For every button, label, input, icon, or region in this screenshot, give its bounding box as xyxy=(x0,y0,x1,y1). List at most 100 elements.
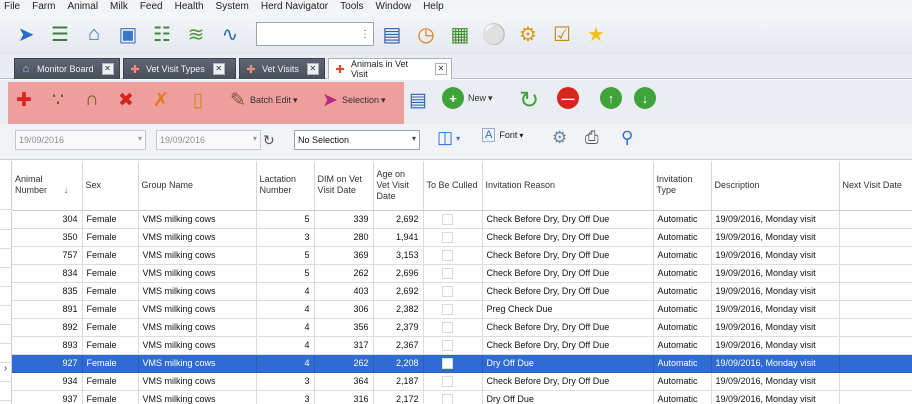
invitation-type-cell[interactable]: Automatic xyxy=(653,354,712,373)
age-cell[interactable]: 2,692 xyxy=(373,282,424,301)
next-visit-date-cell[interactable] xyxy=(839,210,912,229)
next-visit-date-cell[interactable] xyxy=(839,372,912,391)
invitation-type-cell[interactable]: Automatic xyxy=(653,282,712,301)
refresh-filter-icon[interactable]: ↻ xyxy=(263,132,275,149)
description-cell[interactable]: 19/09/2016, Monday visit xyxy=(711,390,840,404)
row-header[interactable] xyxy=(0,306,12,325)
close-icon[interactable]: ✕ xyxy=(101,63,114,75)
invitation-type-cell[interactable]: Automatic xyxy=(653,264,712,283)
selection-dropdown[interactable]: No Selection ▾ xyxy=(294,130,420,150)
next-visit-date-cell[interactable] xyxy=(839,228,912,247)
table-row[interactable]: 934 Female VMS milking cows 3 364 2,187 Check … xyxy=(12,372,912,391)
invitation-reason-cell[interactable]: Preg Check Due xyxy=(482,300,654,319)
lactation-number-cell[interactable]: 4 xyxy=(256,318,315,337)
lactation-number-cell[interactable]: 5 xyxy=(256,264,315,283)
invitation-reason-cell[interactable]: Dry Off Due xyxy=(482,390,654,404)
invitation-reason-cell[interactable]: Check Before Dry, Dry Off Due xyxy=(482,264,654,283)
group-name-cell[interactable]: VMS milking cows xyxy=(138,318,257,337)
table-row[interactable]: 892 Female VMS milking cows 4 356 2,379 Check … xyxy=(12,318,912,337)
row-header[interactable] xyxy=(0,230,12,249)
description-cell[interactable]: 19/09/2016, Monday visit xyxy=(711,354,840,373)
description-cell[interactable]: 19/09/2016, Monday visit xyxy=(711,336,840,355)
dim-cell[interactable]: 280 xyxy=(314,228,374,247)
menu-help[interactable]: Help xyxy=(423,0,444,13)
animal-number-cell[interactable]: 891 xyxy=(12,300,83,319)
lactation-number-cell[interactable]: 4 xyxy=(256,282,315,301)
cancel-visit-button[interactable]: ✗ xyxy=(149,87,173,113)
save-button[interactable]: ◫ ▾ xyxy=(437,128,460,148)
sex-cell[interactable]: Female xyxy=(82,246,139,265)
animal-number-cell[interactable]: 350 xyxy=(12,228,83,247)
animal-number-cell[interactable]: 892 xyxy=(12,318,83,337)
sex-cell[interactable]: Female xyxy=(82,354,139,373)
description-cell[interactable]: 19/09/2016, Monday visit xyxy=(711,282,840,301)
menu-health[interactable]: Health xyxy=(175,0,204,13)
close-icon[interactable]: ✕ xyxy=(212,63,225,75)
group-name-cell[interactable]: VMS milking cows xyxy=(138,300,257,319)
invitation-reason-cell[interactable]: Check Before Dry, Dry Off Due xyxy=(482,210,654,229)
to-be-culled-checkbox[interactable] xyxy=(441,357,453,369)
font-button[interactable]: A Font ▾ xyxy=(482,128,523,142)
examine-button[interactable]: ∵ xyxy=(46,87,70,113)
row-header[interactable] xyxy=(0,344,12,363)
dim-cell[interactable]: 262 xyxy=(314,354,374,373)
print-preview-button[interactable]: ⚲ xyxy=(621,128,633,148)
animal-number-cell[interactable]: 834 xyxy=(12,264,83,283)
to-be-culled-checkbox[interactable] xyxy=(441,267,453,279)
settings-button[interactable]: ⚙ xyxy=(552,128,567,148)
age-cell[interactable]: 2,379 xyxy=(373,318,424,337)
milk-clock-icon[interactable]: ◷ xyxy=(412,20,440,48)
description-cell[interactable]: 19/09/2016, Monday visit xyxy=(711,246,840,265)
group-name-cell[interactable]: VMS milking cows xyxy=(138,336,257,355)
lactation-number-cell[interactable]: 4 xyxy=(256,300,315,319)
lactation-number-cell[interactable]: 5 xyxy=(256,246,315,265)
selection-button[interactable]: ➤ Selection ▾ xyxy=(318,87,386,113)
close-icon[interactable]: ✕ xyxy=(306,63,319,75)
row-header[interactable] xyxy=(0,325,12,344)
group-name-cell[interactable]: VMS milking cows xyxy=(138,354,257,373)
notes-icon[interactable]: ☰ xyxy=(46,20,74,48)
tab-monitor-board[interactable]: ⌂ Monitor Board ✕ xyxy=(14,58,120,79)
lactation-number-cell[interactable]: 4 xyxy=(256,354,315,373)
to-be-culled-checkbox[interactable] xyxy=(441,321,453,333)
sex-cell[interactable]: Female xyxy=(82,390,139,404)
menu-milk[interactable]: Milk xyxy=(110,0,128,13)
sex-cell[interactable]: Female xyxy=(82,372,139,391)
bottle-icon[interactable]: ⚪ xyxy=(480,20,508,48)
refresh-button[interactable]: ↻ xyxy=(517,87,541,114)
description-cell[interactable]: 19/09/2016, Monday visit xyxy=(711,372,840,391)
table-row[interactable]: 927 Female VMS milking cows 4 262 2,208 Dry Of… xyxy=(12,354,912,373)
to-be-culled-checkbox[interactable] xyxy=(441,249,453,261)
batch-edit-button[interactable]: ✎ Batch Edit ▾ xyxy=(226,87,298,113)
print-button[interactable]: ⎙ xyxy=(585,128,599,148)
menu-window[interactable]: Window xyxy=(376,0,412,13)
menu-herd-navigator[interactable]: Herd Navigator xyxy=(261,0,328,13)
animal-number-cell[interactable]: 927 xyxy=(12,354,83,373)
age-cell[interactable]: 2,692 xyxy=(373,210,424,229)
animal-number-cell[interactable]: 757 xyxy=(12,246,83,265)
animal-number-cell[interactable]: 893 xyxy=(12,336,83,355)
table-row[interactable]: 757 Female VMS milking cows 5 369 3,153 Check … xyxy=(12,246,912,265)
new-button[interactable]: + New ▾ xyxy=(442,87,493,109)
group-name-cell[interactable]: VMS milking cows xyxy=(138,264,257,283)
description-cell[interactable]: 19/09/2016, Monday visit xyxy=(711,300,840,319)
remove-treatment-button[interactable]: ✖ xyxy=(114,87,138,113)
description-cell[interactable]: 19/09/2016, Monday visit xyxy=(711,318,840,337)
row-header[interactable] xyxy=(0,287,12,306)
lactation-number-cell[interactable]: 4 xyxy=(256,336,315,355)
description-cell[interactable]: 19/09/2016, Monday visit xyxy=(711,264,840,283)
next-visit-date-cell[interactable] xyxy=(839,336,912,355)
table-row[interactable]: 304 Female VMS milking cows 5 339 2,692 Check … xyxy=(12,210,912,229)
dim-cell[interactable]: 339 xyxy=(314,210,374,229)
to-be-culled-checkbox[interactable] xyxy=(441,213,453,225)
col-description[interactable]: Description xyxy=(711,161,840,211)
id-card-icon[interactable]: ▤ xyxy=(378,20,406,48)
move-down-button[interactable]: ↓ xyxy=(634,87,656,109)
row-header[interactable] xyxy=(0,382,12,401)
col-invitation-type[interactable]: Invitation Type xyxy=(653,161,712,211)
invitation-reason-cell[interactable]: Check Before Dry, Dry Off Due xyxy=(482,246,654,265)
menu-farm[interactable]: Farm xyxy=(32,0,55,13)
table-row[interactable]: 835 Female VMS milking cows 4 403 2,692 Check … xyxy=(12,282,912,301)
group-name-cell[interactable]: VMS milking cows xyxy=(138,390,257,404)
row-header[interactable] xyxy=(0,268,12,287)
